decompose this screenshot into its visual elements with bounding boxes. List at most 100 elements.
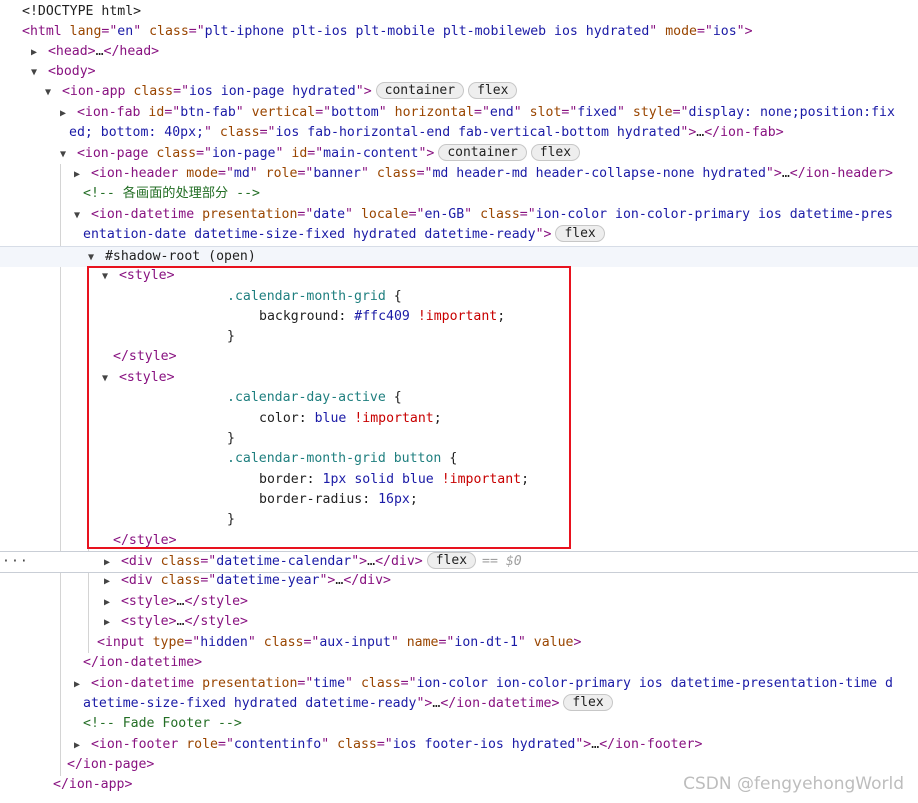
code-token: =" [408, 207, 425, 222]
container-badge[interactable]: container [438, 144, 527, 161]
dom-node-line[interactable]: <!-- Fade Footer --> [0, 714, 918, 734]
code-token: =" [297, 207, 314, 222]
code-token: </style> [184, 594, 249, 609]
dom-node-line[interactable]: ▶ <head>…</head> [0, 42, 918, 62]
code-token: id [291, 146, 308, 161]
code-token: " [249, 166, 266, 181]
code-token: ios ion-page hydrated [189, 84, 356, 99]
code-token: " [390, 635, 407, 650]
expand-triangle-icon[interactable]: ▼ [42, 83, 54, 102]
highlight-box [87, 266, 571, 549]
code-token: =" [519, 207, 536, 222]
dom-node-line[interactable]: ▼ <ion-app class="ios ion-page hydrated"… [0, 82, 918, 102]
collapse-triangle-icon[interactable]: ▶ [101, 572, 113, 591]
flex-badge[interactable]: flex [530, 144, 581, 161]
code-token: <head> [47, 44, 96, 59]
code-token: =" [561, 105, 578, 120]
code-token: type [152, 635, 185, 650]
code-token: =" [259, 125, 276, 140]
collapse-triangle-icon[interactable]: ▶ [71, 675, 83, 694]
dom-node-line[interactable]: ed; bottom: 40px;" class="ios fab-horizo… [0, 123, 918, 143]
code-token: id [148, 105, 165, 120]
code-token: "> [575, 737, 592, 752]
code-token: =" [196, 146, 212, 161]
dom-node-line[interactable]: </ion-datetime> [0, 653, 918, 673]
flex-badge[interactable]: flex [563, 694, 613, 711]
code-token: main-content [323, 146, 419, 161]
dom-node-line[interactable]: <html lang="en" class="plt-iphone plt-io… [0, 22, 918, 42]
code-token: ios fab-horizontal-end fab-vertical-bott… [275, 125, 681, 140]
code-token: class [376, 166, 417, 181]
code-token: </ion-header> [789, 166, 893, 181]
dom-node-line[interactable]: ▶ <div class="datetime-year">…</div> [0, 571, 918, 591]
dom-node-line[interactable]: ▶ <ion-fab id="btn-fab" vertical="bottom… [0, 103, 918, 123]
code-token: lang [69, 24, 102, 39]
code-token: class [219, 125, 260, 140]
code-token: contentinfo [233, 737, 322, 752]
code-token: =" [218, 166, 234, 181]
flex-badge[interactable]: flex [468, 82, 518, 99]
code-token: <ion-datetime [90, 676, 203, 691]
code-token: =" [218, 737, 234, 752]
code-token: … [781, 166, 790, 181]
code-token: date [313, 207, 346, 222]
code-token: ion-color ion-color-primary ios datetime… [535, 207, 893, 222]
collapse-triangle-icon[interactable]: ▶ [71, 736, 83, 755]
dom-node-line[interactable]: <!DOCTYPE html> [0, 2, 918, 22]
code-token: </div> [343, 573, 391, 588]
code-token: <style> [120, 594, 177, 609]
flex-badge[interactable]: flex [426, 552, 477, 569]
expand-triangle-icon[interactable]: ▼ [57, 145, 69, 164]
code-token: presentation [202, 207, 298, 222]
code-token: "> [416, 696, 433, 711]
expand-triangle-icon[interactable]: ▼ [28, 63, 40, 82]
code-token: =" [474, 105, 490, 120]
code-token: locale [360, 207, 409, 222]
dom-node-line[interactable]: ▶ <style>…</style> [0, 592, 918, 612]
code-token: </ion-datetime> [83, 655, 203, 670]
expand-triangle-icon[interactable]: ▼ [71, 206, 83, 225]
code-token: " [321, 737, 338, 752]
code-token: " [345, 207, 361, 222]
collapse-triangle-icon[interactable]: ▶ [101, 593, 113, 612]
flex-badge[interactable]: flex [555, 225, 605, 242]
code-token: </ion-app> [53, 777, 133, 792]
dom-node-line[interactable]: <input type="hidden" class="aux-input" n… [0, 633, 918, 653]
dom-node-line[interactable]: ▶ <ion-datetime presentation="time" clas… [0, 674, 918, 694]
collapse-triangle-icon[interactable]: ▶ [28, 43, 40, 62]
more-options-icon[interactable]: ··· [2, 552, 29, 572]
code-token: ion-color ion-color-primary ios datetime… [416, 676, 893, 691]
dom-node-line[interactable]: ▼ #shadow-root (open) [0, 246, 918, 268]
dom-node-line[interactable]: ▶ <ion-footer role="contentinfo" class="… [0, 735, 918, 755]
dom-node-line[interactable]: ▶ <ion-header mode="md" role="banner" cl… [0, 164, 918, 184]
code-token: md [233, 166, 250, 181]
dom-node-line[interactable]: atetime-size-fixed hydrated datetime-rea… [0, 694, 918, 714]
dom-node-line[interactable]: ▼ <body> [0, 62, 918, 82]
code-token: "> [535, 227, 552, 242]
code-token: aux-input [319, 635, 391, 650]
code-token: "> [736, 24, 753, 39]
dom-node-line[interactable]: entation-date datetime-size-fixed hydrat… [0, 225, 918, 245]
code-token: =" [400, 676, 417, 691]
dom-node-line[interactable]: </ion-page> [0, 755, 918, 775]
collapse-triangle-icon[interactable]: ▶ [57, 104, 69, 123]
code-token: =" [200, 573, 217, 588]
dom-node-line[interactable]: ▶ <style>…</style> [0, 612, 918, 632]
code-token: … [591, 737, 600, 752]
code-token: datetime-calendar [216, 554, 352, 569]
code-token: " [464, 207, 481, 222]
code-token: "> [418, 146, 435, 161]
code-token: " [513, 105, 530, 120]
expand-triangle-icon[interactable]: ▼ [85, 248, 97, 267]
code-token: hidden [200, 635, 248, 650]
code-token: ios [712, 24, 737, 39]
dom-node-line[interactable]: ▼ <ion-datetime presentation="date" loca… [0, 205, 918, 225]
dom-node-line[interactable]: <!-- 各画面的处理部分 --> [0, 184, 918, 204]
code-token: </div> [375, 554, 423, 569]
collapse-triangle-icon[interactable]: ▶ [71, 165, 83, 184]
code-token: plt-iphone plt-ios plt-mobile plt-mobile… [204, 24, 650, 39]
dom-node-line[interactable]: ▼ <ion-page class="ion-page" id="main-co… [0, 144, 918, 164]
collapse-triangle-icon[interactable]: ▶ [101, 613, 113, 632]
code-token: display: none;position:fix [688, 105, 895, 120]
container-badge[interactable]: container [375, 82, 465, 99]
